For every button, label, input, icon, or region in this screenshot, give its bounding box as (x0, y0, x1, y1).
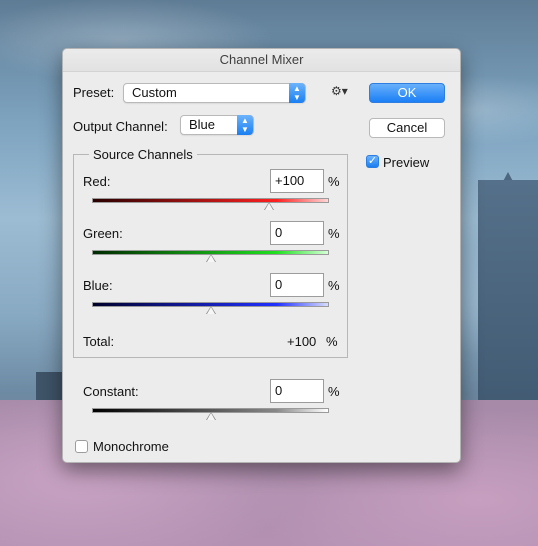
total-value: +100 (287, 334, 317, 349)
preset-value: Custom (132, 85, 177, 100)
ok-button[interactable]: OK (369, 83, 445, 103)
blue-unit: % (328, 278, 340, 293)
monochrome-checkbox[interactable] (75, 440, 88, 453)
blue-label: Blue: (83, 278, 113, 293)
preset-stepper-icon: ▲ ▼ (289, 83, 305, 103)
source-channels-title: Source Channels (89, 147, 197, 162)
blue-slider-thumb[interactable] (205, 306, 216, 314)
green-value-input[interactable]: 0 (270, 221, 324, 245)
blue-value-input[interactable]: 0 (270, 273, 324, 297)
total-label: Total: (83, 334, 115, 349)
channel-mixer-dialog: Channel Mixer Preset: Custom ▲ ▼ ⚙▾ Outpu… (62, 48, 461, 463)
green-unit: % (328, 226, 340, 241)
output-channel-select[interactable]: Blue ▲ ▼ (180, 115, 254, 135)
red-slider-track[interactable] (92, 198, 329, 210)
red-slider-thumb[interactable] (264, 202, 275, 210)
output-stepper-icon: ▲ ▼ (237, 115, 253, 135)
preview-checkbox[interactable]: ✓ (366, 155, 379, 168)
red-label: Red: (83, 174, 111, 189)
total-unit: % (326, 334, 338, 349)
checkmark-icon: ✓ (367, 155, 378, 167)
dialog-title: Channel Mixer (63, 49, 460, 72)
constant-slider-track[interactable] (92, 408, 329, 420)
output-channel-value: Blue (189, 117, 216, 132)
cancel-button[interactable]: Cancel (369, 118, 445, 138)
red-value-input[interactable]: +100 (270, 169, 324, 193)
green-label: Green: (83, 226, 123, 241)
output-channel-label: Output Channel: (73, 119, 168, 134)
constant-value-input[interactable]: 0 (270, 379, 324, 403)
constant-label: Constant: (83, 384, 139, 399)
constant-unit: % (328, 384, 340, 399)
blue-slider-track[interactable] (92, 302, 329, 314)
monochrome-label: Monochrome (93, 439, 169, 454)
preset-label: Preset: (73, 85, 115, 100)
green-slider-thumb[interactable] (205, 254, 216, 262)
green-slider-track[interactable] (92, 250, 329, 262)
preview-label: Preview (383, 155, 430, 170)
red-unit: % (328, 174, 340, 189)
gear-icon[interactable]: ⚙▾ (331, 84, 348, 98)
preset-select[interactable]: Custom ▲ ▼ (123, 83, 306, 103)
constant-slider-thumb[interactable] (205, 412, 216, 420)
